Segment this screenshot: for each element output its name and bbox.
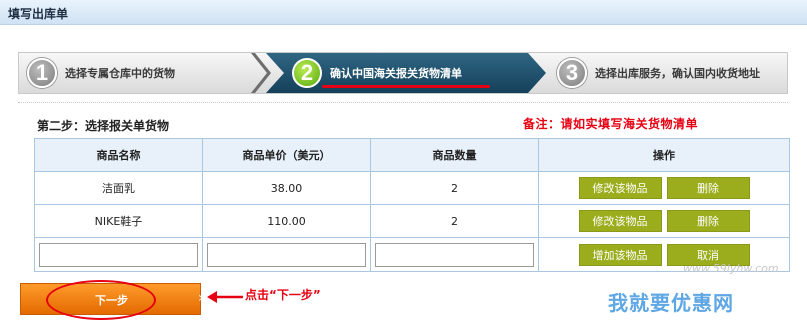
divider — [18, 102, 788, 103]
step-1-number: 1 — [27, 58, 57, 88]
item-quantity-input[interactable] — [375, 242, 534, 267]
remark-note: 备注：请如实填写海关货物清单 — [523, 117, 699, 131]
step-3-label: 选择出库服务，确认国内收货地址 — [595, 67, 760, 80]
cell-actions: 修改该物品 删除 — [538, 204, 790, 238]
col-header-name: 商品名称 — [34, 138, 203, 172]
col-header-price: 商品单价（美元） — [202, 138, 371, 172]
step-separator-arrow — [251, 53, 271, 93]
step-2-number: 2 — [292, 58, 322, 88]
step-3-number: 3 — [557, 58, 587, 88]
cell-quantity: 2 — [370, 204, 539, 238]
add-item-button[interactable]: 增加该物品 — [578, 243, 662, 266]
red-circle-annotation — [46, 280, 156, 320]
cell-quantity-input — [370, 237, 539, 272]
delete-item-button[interactable]: 删除 — [666, 210, 750, 232]
step-1: 1 选择专属仓库中的货物 — [27, 53, 175, 93]
edit-item-button[interactable]: 修改该物品 — [578, 210, 662, 232]
item-name-input[interactable] — [39, 242, 198, 267]
cell-actions: 修改该物品 删除 — [538, 171, 790, 205]
watermark-url: www.59lyhw.com — [683, 262, 779, 275]
cell-quantity: 2 — [370, 171, 539, 205]
customs-goods-table: 商品名称 商品单价（美元） 商品数量 操作 洁面乳 38.00 2 修改该物品删… — [34, 138, 790, 272]
table-header-row: 商品名称 商品单价（美元） 商品数量 操作 — [34, 138, 790, 172]
col-header-actions: 操作 — [538, 138, 790, 172]
double-arrow-icon: » — [198, 290, 207, 306]
cell-price: 110.00 — [202, 204, 371, 238]
table-row: 洁面乳 38.00 2 修改该物品 删除 — [34, 171, 790, 205]
watermark-logo: 我就要优惠网 — [608, 291, 734, 315]
section-title: 第二步：选择报关单货物 — [37, 119, 170, 133]
cell-name-input — [34, 237, 203, 272]
cell-name: 洁面乳 — [34, 171, 203, 205]
red-arrow-icon — [207, 291, 243, 303]
new-item-row: 增加该物品 取消 — [34, 237, 790, 272]
click-hint-annotation: 点击“下一步” — [245, 288, 321, 302]
step-1-label: 选择专属仓库中的货物 — [65, 67, 175, 80]
col-header-quantity: 商品数量 — [370, 138, 539, 172]
page-title: 填写出库单 — [8, 7, 69, 21]
step-2-label: 确认中国海关报关货物清单 — [330, 67, 462, 80]
cell-price: 38.00 — [202, 171, 371, 205]
delete-item-button[interactable]: 删除 — [666, 177, 750, 199]
edit-item-button[interactable]: 修改该物品 — [578, 177, 662, 199]
table-row: NIKE鞋子 110.00 2 修改该物品 删除 — [34, 204, 790, 238]
cell-name: NIKE鞋子 — [34, 204, 203, 238]
cell-price-input — [202, 237, 371, 272]
page-title-bar: 填写出库单 — [0, 0, 807, 25]
step-3: 3 选择出库服务，确认国内收货地址 — [557, 53, 760, 93]
item-price-input[interactable] — [207, 242, 366, 267]
red-underline-annotation — [322, 85, 490, 88]
